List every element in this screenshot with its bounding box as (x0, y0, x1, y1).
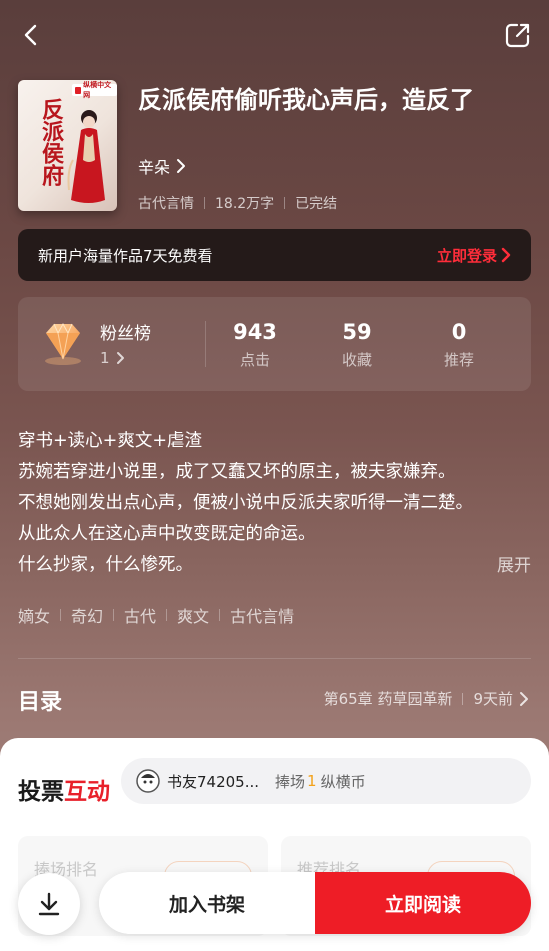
stat-clicks: 943 点击 (215, 319, 295, 370)
vote-ticker[interactable]: 书友74205... 捧场 1 纵横币 (121, 758, 531, 804)
cover-badge: 纵横中文网 (72, 81, 117, 99)
tag[interactable]: 奇幻 (71, 603, 103, 627)
stat-label: 推荐 (443, 351, 474, 369)
stat-label: 收藏 (341, 351, 372, 369)
divider (166, 609, 168, 621)
download-icon (38, 892, 60, 916)
vote-user: 书友74205... (167, 772, 260, 791)
stat-favorites: 59 收藏 (317, 319, 397, 370)
chevron-left-icon (24, 24, 37, 46)
tag[interactable]: 爽文 (177, 603, 209, 627)
stat-value: 59 (342, 320, 372, 344)
share-button[interactable] (503, 20, 533, 50)
tag-list: 嫡女 奇幻 古代 爽文 古代言情 (18, 603, 294, 627)
tag[interactable]: 嫡女 (18, 603, 50, 627)
stats-divider (205, 321, 206, 367)
vote-count: 1 (307, 772, 317, 790)
fans-rank-link[interactable]: 1 (100, 349, 125, 367)
update-time: 9天前 (473, 690, 513, 708)
vote-currency: 纵横币 (320, 772, 366, 791)
top-nav (0, 18, 549, 52)
chevron-right-icon (116, 352, 124, 364)
stat-value: 943 (233, 320, 277, 344)
divider (284, 197, 286, 209)
divider (462, 692, 464, 705)
back-button[interactable] (16, 20, 46, 50)
synopsis-line: 什么抄家，什么惨死。 (18, 555, 193, 575)
cover-title: 反派侯府 (38, 98, 64, 186)
synopsis-line: 从此众人在这心声中改变既定的命运。 (18, 524, 316, 544)
add-to-shelf-button[interactable]: 加入书架 (99, 872, 315, 934)
stat-value: 0 (451, 320, 467, 344)
book-meta: 古代言情 18.2万字 已完结 (138, 193, 337, 213)
expand-button[interactable]: 展开 (497, 551, 531, 576)
fans-rank-label[interactable]: 粉丝榜 (100, 319, 151, 344)
login-label: 立即登录 (436, 246, 497, 265)
read-now-button[interactable]: 立即阅读 (315, 872, 531, 934)
book-cover[interactable]: 纵横中文网 反派侯府 (18, 80, 117, 211)
promo-text: 新用户海量作品7天免费看 (38, 246, 213, 265)
section-divider (18, 658, 531, 659)
tag[interactable]: 古代言情 (230, 603, 294, 627)
chevron-right-icon (177, 159, 186, 173)
author-link[interactable]: 辛朵 (138, 154, 186, 178)
bottom-action-bar: 加入书架 立即阅读 (99, 872, 531, 934)
latest-chapter: 第65章 药草园革新 (323, 690, 453, 708)
divider (219, 609, 221, 621)
diamond-icon (45, 322, 81, 365)
toc-latest-link[interactable]: 第65章 药草园革新 9天前 (324, 688, 531, 709)
vote-title: 投票互动 (18, 778, 110, 805)
divider (204, 197, 205, 209)
stat-recommend: 0 推荐 (419, 319, 499, 370)
synopsis-line: 不想她刚发出点心声，便被小说中反派夫家听得一清二楚。 (18, 493, 473, 513)
chevron-right-icon (501, 247, 511, 263)
fans-rank-value: 1 (100, 349, 110, 367)
toc-title: 目录 (18, 690, 63, 715)
promo-banner[interactable]: 新用户海量作品7天免费看 立即登录 (18, 229, 531, 281)
word-count: 18.2万字 (215, 196, 275, 212)
publisher-logo-icon (75, 86, 82, 94)
download-button[interactable] (18, 873, 80, 935)
vote-action: 捧场 (275, 772, 306, 791)
synopsis-line: 苏婉若穿进小说里，成了又蠢又坏的原主，被夫家嫌弃。 (18, 462, 456, 482)
stats-panel: 粉丝榜 1 943 点击 59 收藏 0 推荐 (18, 297, 531, 391)
genre: 古代言情 (138, 196, 194, 212)
avatar-icon (136, 769, 160, 793)
synopsis[interactable]: 穿书+读心+爽文+虐渣 苏婉若穿进小说里，成了又蠢又坏的原主，被夫家嫌弃。 不想… (18, 426, 533, 581)
login-button[interactable]: 立即登录 (437, 245, 511, 266)
divider (113, 609, 115, 621)
author-name: 辛朵 (138, 158, 171, 177)
tag[interactable]: 古代 (124, 603, 156, 627)
book-title: 反派侯府偷听我心声后，造反了 (138, 86, 474, 114)
share-icon (505, 23, 530, 48)
chevron-right-icon (520, 691, 528, 706)
synopsis-line: 穿书+读心+爽文+虐渣 (18, 431, 202, 451)
status: 已完结 (295, 196, 338, 212)
divider (60, 609, 62, 621)
cover-figure-illustration (67, 110, 105, 203)
stat-label: 点击 (239, 351, 270, 369)
